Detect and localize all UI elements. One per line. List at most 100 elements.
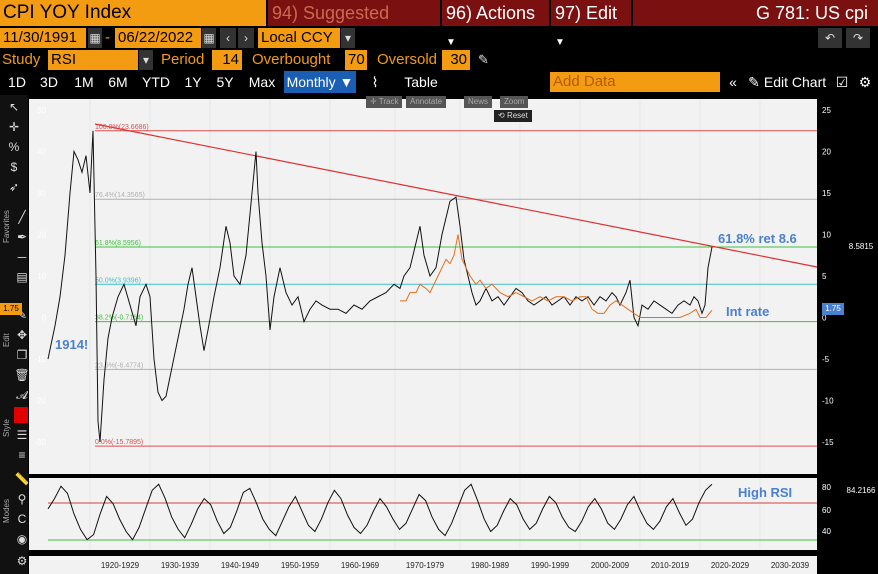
- pencil-icon[interactable]: ✎: [746, 71, 762, 93]
- annotate-tool[interactable]: Annotate: [406, 96, 447, 108]
- right-axis-tick: 5: [822, 272, 827, 281]
- edit-label: 97) Edit: [555, 3, 618, 23]
- pencil-icon[interactable]: ✎: [478, 50, 494, 70]
- fib-level-label: 76.4%(14.3565): [95, 192, 145, 199]
- ticker-label: G 781: US cpi: [633, 0, 878, 26]
- chevron-down-icon[interactable]: ▾: [139, 50, 153, 70]
- calendar-icon[interactable]: ▦: [202, 28, 216, 48]
- calendar-icon[interactable]: ▦: [88, 28, 102, 48]
- currency-select[interactable]: Local CCY: [258, 28, 340, 48]
- edit-menu[interactable]: 97) Edit ▼: [551, 0, 631, 48]
- chart-svg[interactable]: 100.0%(23.6686)76.4%(14.3565)61.8%(8.595…: [0, 95, 878, 574]
- annotation-int-rate: Int rate: [726, 304, 770, 319]
- rsi-axis-tick: 80: [822, 483, 831, 492]
- x-axis-label: 1920-1929: [101, 561, 140, 570]
- news-tool[interactable]: News: [464, 96, 493, 108]
- x-axis-label: 1980-1989: [471, 561, 510, 570]
- edit-chart-button[interactable]: Edit Chart: [762, 71, 828, 93]
- fib-level-label: 50.0%(3.9396): [95, 277, 141, 284]
- right-axis-tick: 20: [822, 148, 831, 157]
- annotate-icon[interactable]: ☑: [834, 71, 850, 93]
- study-label: Study: [2, 51, 41, 68]
- right-axis-tick: -10: [822, 397, 834, 406]
- next-arrow-icon[interactable]: ›: [238, 28, 254, 48]
- frequency-select[interactable]: Monthly ▼: [284, 71, 356, 93]
- collapse-icon[interactable]: «: [724, 71, 742, 93]
- left-axis-tick: 20: [37, 231, 46, 240]
- x-axis-label: 2010-2019: [651, 561, 690, 570]
- period-3d-button[interactable]: 3D: [34, 71, 64, 93]
- undo-icon[interactable]: ↶: [818, 28, 842, 48]
- track-tool[interactable]: ✛ Track: [366, 96, 403, 108]
- right-axis-tick: 10: [822, 231, 831, 240]
- date-separator: -: [105, 29, 110, 46]
- redo-icon[interactable]: ↷: [846, 28, 870, 48]
- period-ytd-button[interactable]: YTD: [138, 71, 174, 93]
- fib-level-label: 61.8%(8.5956): [95, 240, 141, 247]
- period-input[interactable]: 14: [212, 50, 242, 70]
- right-axis-tick: -15: [822, 438, 834, 447]
- table-button[interactable]: Table: [398, 71, 444, 93]
- actions-label: 96) Actions: [446, 3, 536, 23]
- x-axis-label: 1970-1979: [406, 561, 445, 570]
- right-axis-tick: -5: [822, 355, 830, 364]
- security-title[interactable]: CPI YOY Index: [0, 0, 266, 26]
- left-axis-tick: 0: [42, 314, 47, 323]
- left-axis-tick: 10: [37, 272, 46, 281]
- period-5y-button[interactable]: 5Y: [210, 71, 240, 93]
- chevron-down-icon: ▼: [446, 37, 456, 48]
- rate-value-tag: 1.75: [822, 303, 844, 315]
- right-axis-tick: 15: [822, 189, 831, 198]
- left-axis-tick: -10: [34, 355, 46, 364]
- left-axis-tick: 50: [37, 106, 46, 115]
- x-axis-label: 1940-1949: [221, 561, 260, 570]
- start-date-input[interactable]: 11/30/1991: [0, 28, 86, 48]
- add-data-input[interactable]: Add Data: [550, 72, 720, 92]
- period-1m-button[interactable]: 1M: [68, 71, 100, 93]
- period-max-button[interactable]: Max: [244, 71, 280, 93]
- annotation-1914: 1914!: [55, 337, 89, 352]
- cpi-value-tag: 8.5815: [845, 241, 877, 253]
- period-6m-button[interactable]: 6M: [102, 71, 134, 93]
- annotation-retracement: 61.8% ret 8.6: [718, 231, 797, 246]
- fib-level-label: 0.0%(-15.7895): [95, 439, 143, 446]
- top-bar: CPI YOY Index 94) Suggested Charts 96) A…: [0, 0, 878, 49]
- overbought-input[interactable]: 70: [345, 50, 367, 70]
- left-axis-tick: -20: [34, 397, 46, 406]
- rsi-plot-area: [29, 478, 817, 550]
- fib-level-label: 23.6%(-6.4774): [95, 362, 143, 369]
- x-axis-label: 2030-2039: [771, 561, 810, 570]
- rsi-axis-tick: 40: [822, 527, 831, 536]
- chevron-down-icon: ▼: [555, 37, 565, 48]
- period-1d-button[interactable]: 1D: [2, 71, 32, 93]
- period-1y-button[interactable]: 1Y: [178, 71, 208, 93]
- end-date-input[interactable]: 06/22/2022: [115, 28, 201, 48]
- annotation-high-rsi: High RSI: [738, 485, 793, 500]
- gear-icon[interactable]: ⚙: [856, 71, 874, 93]
- x-axis-label: 2000-2009: [591, 561, 630, 570]
- rsi-axis-tick: 60: [822, 506, 831, 515]
- x-axis-label: 1960-1969: [341, 561, 380, 570]
- x-axis-label: 1930-1939: [161, 561, 200, 570]
- right-axis-tick: 25: [822, 106, 831, 115]
- zoom-tool[interactable]: Zoom: [500, 96, 529, 108]
- reset-button[interactable]: ⟲ Reset: [494, 110, 532, 122]
- rsi-value-tag: 84.2166: [845, 485, 877, 497]
- study-select[interactable]: RSI: [48, 50, 138, 70]
- line-chart-icon[interactable]: ⌇: [364, 71, 386, 93]
- left-axis-tick: 30: [37, 189, 46, 198]
- left-value-tag: 1.75: [0, 303, 22, 315]
- left-axis-tick: 40: [37, 148, 46, 157]
- chevron-down-icon[interactable]: ▾: [341, 28, 355, 48]
- x-axis-label: 1950-1959: [281, 561, 320, 570]
- x-axis-label: 1990-1999: [531, 561, 570, 570]
- oversold-input[interactable]: 30: [442, 50, 470, 70]
- actions-menu[interactable]: 96) Actions ▼: [442, 0, 549, 48]
- prev-arrow-icon[interactable]: ‹: [220, 28, 236, 48]
- suggested-charts-menu[interactable]: 94) Suggested Charts: [268, 0, 440, 49]
- fib-level-label: 38.2%(-0.7164): [95, 315, 143, 322]
- period-label: Period: [161, 51, 205, 68]
- overbought-label: Overbought: [252, 51, 331, 68]
- x-axis-label: 2020-2029: [711, 561, 750, 570]
- oversold-label: Oversold: [377, 51, 438, 68]
